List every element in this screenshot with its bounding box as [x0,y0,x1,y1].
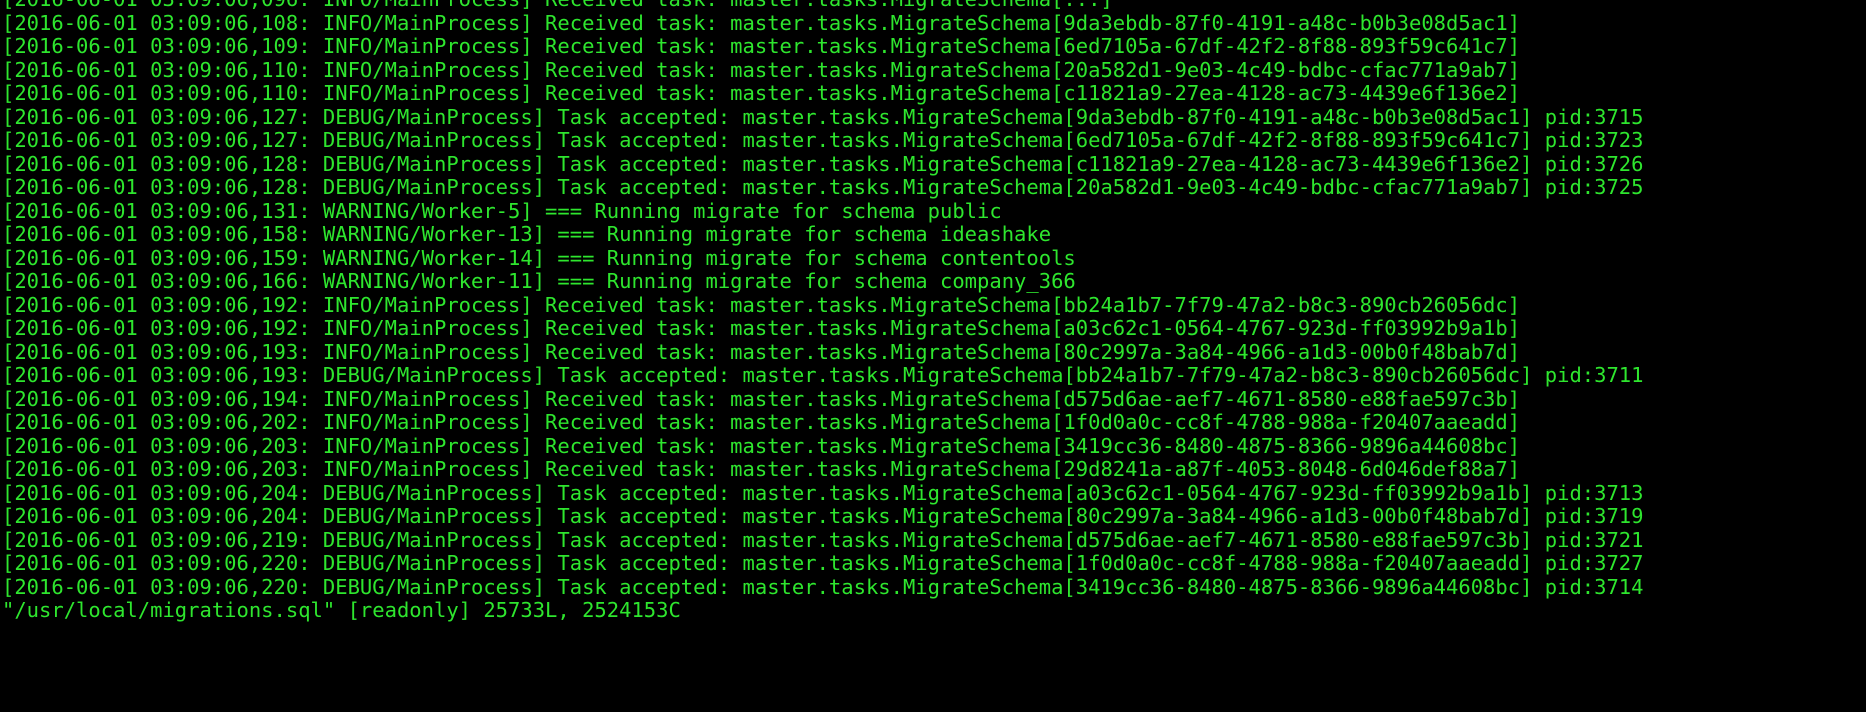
log-line: [2016-06-01 03:09:06,193: INFO/MainProce… [2,339,1521,364]
log-line: [2016-06-01 03:09:06,110: INFO/MainProce… [2,57,1521,82]
log-line: [2016-06-01 03:09:06,128: DEBUG/MainProc… [2,175,1644,199]
log-line: [2016-06-01 03:09:06,127: DEBUG/MainProc… [2,128,1644,152]
log-line: [2016-06-01 03:09:06,192: INFO/MainProce… [2,292,1521,317]
log-line: [2016-06-01 03:09:06,166: WARNING/Worker… [2,269,1076,293]
log-line: [2016-06-01 03:09:06,204: DEBUG/MainProc… [2,504,1644,528]
log-line: [2016-06-01 03:09:06,127: DEBUG/MainProc… [2,104,1644,129]
log-line: [2016-06-01 03:09:06,110: INFO/MainProce… [2,81,1521,105]
log-line: [2016-06-01 03:09:06,202: INFO/MainProce… [2,410,1521,434]
terminal-log-output: [2016-06-01 03:09:06,096: INFO/MainProce… [0,0,1866,623]
log-line: [2016-06-01 03:09:06,220: DEBUG/MainProc… [2,574,1644,599]
log-line: [2016-06-01 03:09:06,192: INFO/MainProce… [2,316,1521,340]
log-line: [2016-06-01 03:09:06,193: DEBUG/MainProc… [2,363,1644,387]
log-line: [2016-06-01 03:09:06,158: WARNING/Worker… [2,222,1052,246]
log-line: [2016-06-01 03:09:06,203: INFO/MainProce… [2,433,1521,458]
log-line: [2016-06-01 03:09:06,219: DEBUG/MainProc… [2,527,1644,552]
log-line: [2016-06-01 03:09:06,159: WARNING/Worker… [2,245,1076,270]
log-line: [2016-06-01 03:09:06,109: INFO/MainProce… [2,34,1521,58]
log-line: [2016-06-01 03:09:06,131: WARNING/Worker… [2,198,1002,223]
log-line: [2016-06-01 03:09:06,096: INFO/MainProce… [2,0,1866,12]
log-line: [2016-06-01 03:09:06,108: INFO/MainProce… [2,10,1521,35]
log-line: [2016-06-01 03:09:06,220: DEBUG/MainProc… [2,551,1644,575]
vim-status-line: "/usr/local/migrations.sql" [readonly] 2… [2,598,681,622]
terminal-window[interactable]: [2016-06-01 03:09:06,096: INFO/MainProce… [0,0,1866,712]
log-line: [2016-06-01 03:09:06,128: DEBUG/MainProc… [2,151,1644,176]
log-line: [2016-06-01 03:09:06,204: DEBUG/MainProc… [2,480,1644,505]
log-line: [2016-06-01 03:09:06,194: INFO/MainProce… [2,386,1521,411]
log-line: [2016-06-01 03:09:06,203: INFO/MainProce… [2,457,1521,481]
